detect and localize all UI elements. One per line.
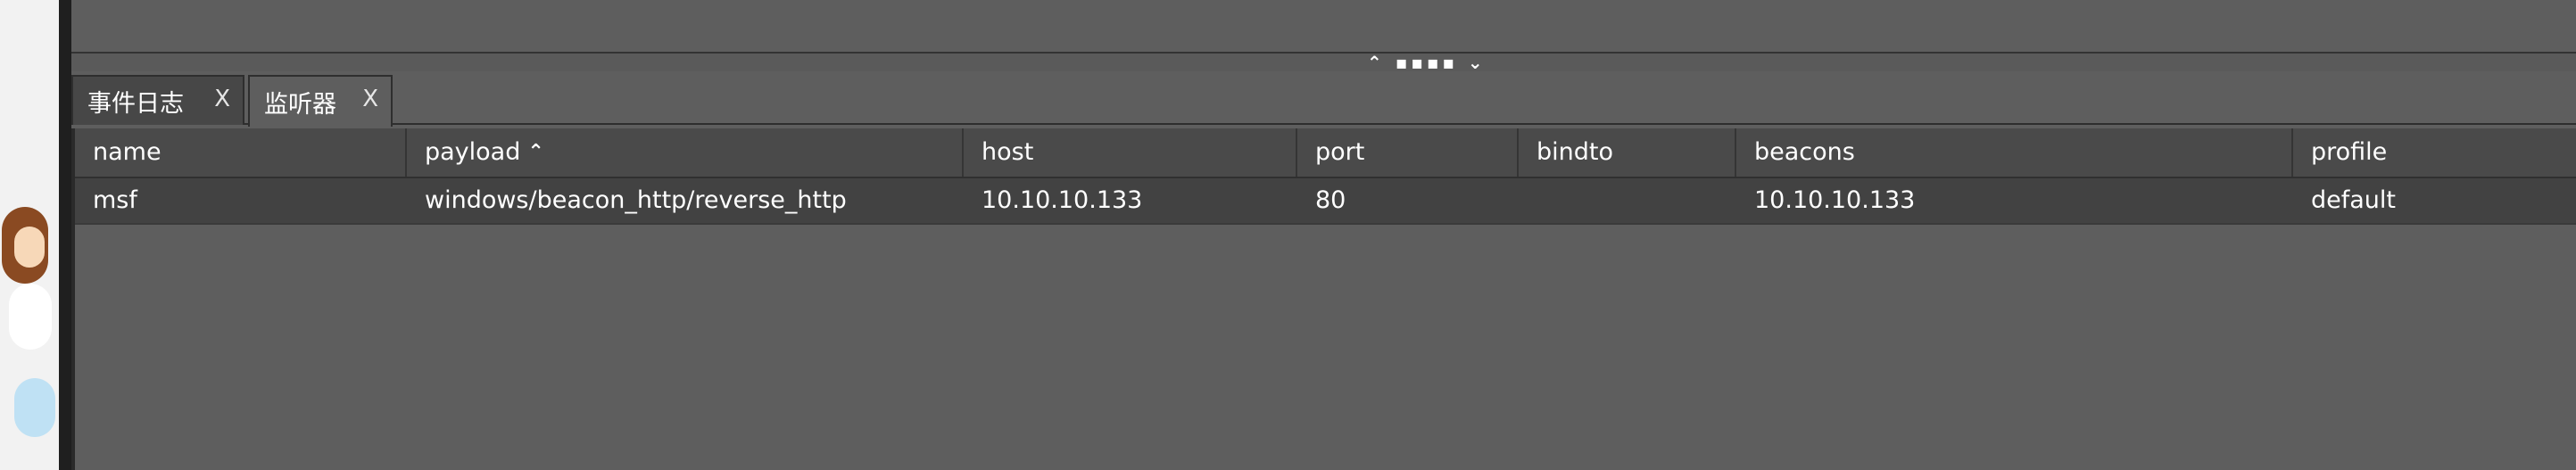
column-header-beacons[interactable]: beacons [1736, 128, 2293, 177]
cell-beacons: 10.10.10.133 [1754, 186, 1916, 214]
bottom-tab-bar: 事件日志 X 监听器 X [71, 71, 2576, 127]
sort-ascending-icon: ⌃ [527, 141, 544, 163]
tab-label: 事件日志 [87, 89, 184, 118]
floating-widget [9, 284, 52, 350]
desktop-background-strip [0, 0, 59, 470]
splitter-grip-icon[interactable]: ⌃ ▪▪▪▪ ⌄ [1367, 54, 1487, 71]
mascot-avatar-icon [2, 207, 48, 284]
floating-assistant-icon [14, 378, 55, 437]
table-header: name payload ⌃ host port bindto beacons p… [75, 128, 2576, 178]
cell-payload: windows/beacon_http/reverse_http [425, 186, 847, 214]
cell-bindto [1519, 178, 1736, 223]
tab-label: 监听器 [264, 90, 336, 119]
tab-event-log[interactable]: 事件日志 X [71, 75, 244, 125]
mascot-face [14, 227, 45, 268]
upper-panel [71, 0, 2576, 54]
close-icon[interactable]: X [362, 86, 378, 112]
column-header-name[interactable]: name [75, 128, 407, 177]
cell-port: 80 [1315, 186, 1346, 214]
listeners-table: name payload ⌃ host port bindto beacons p… [71, 128, 2576, 470]
column-header-profile[interactable]: profile [2293, 128, 2576, 177]
cell-profile: default [2311, 186, 2397, 214]
column-header-bindto[interactable]: bindto [1519, 128, 1736, 177]
tab-listeners[interactable]: 监听器 X [248, 75, 393, 127]
table-row[interactable]: msf windows/beacon_http/reverse_http 10.… [75, 178, 2576, 225]
column-header-port[interactable]: port [1297, 128, 1519, 177]
column-header-payload[interactable]: payload ⌃ [407, 128, 964, 177]
window-border [59, 0, 71, 470]
cell-name: msf [93, 186, 137, 214]
close-icon[interactable]: X [214, 86, 230, 112]
panel-splitter[interactable]: ⌃ ▪▪▪▪ ⌄ [71, 54, 2576, 71]
column-header-host[interactable]: host [964, 128, 1297, 177]
cell-host: 10.10.10.133 [982, 186, 1143, 214]
